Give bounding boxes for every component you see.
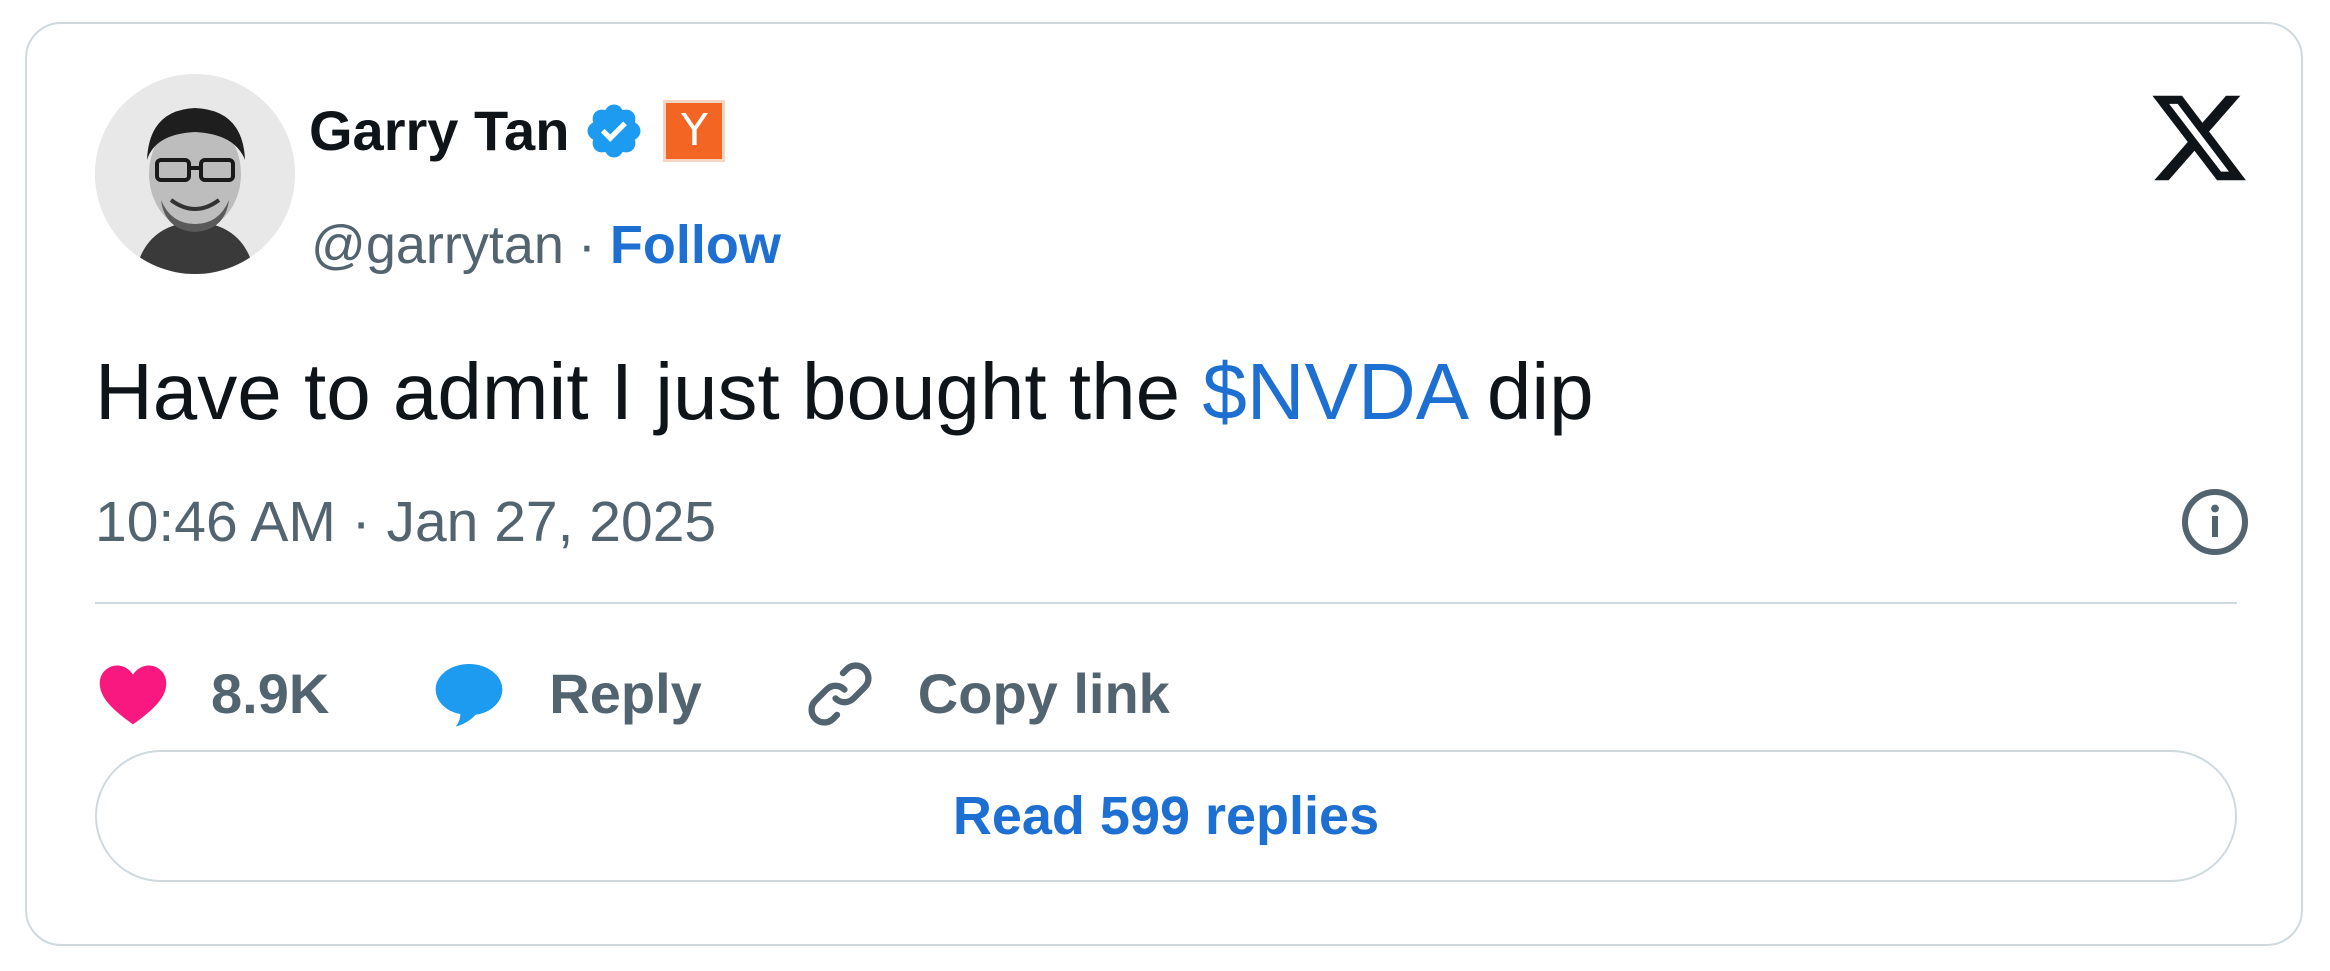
avatar[interactable] — [95, 74, 295, 274]
info-icon[interactable] — [2179, 486, 2251, 558]
reply-button[interactable]: Reply — [429, 654, 702, 734]
tweet-timestamp[interactable]: 10:46 AM · Jan 27, 2025 — [95, 486, 716, 558]
link-icon — [808, 662, 872, 726]
action-bar: 8.9K Reply Copy link — [95, 644, 1270, 744]
read-replies-button[interactable]: Read 599 replies — [95, 750, 2237, 882]
reply-label: Reply — [549, 662, 702, 725]
tweet-text-before: Have to admit I just bought the — [95, 347, 1203, 436]
cashtag-link[interactable]: $NVDA — [1202, 347, 1464, 436]
affiliate-badge-icon[interactable]: Y — [663, 100, 726, 162]
separator-dot: · — [577, 215, 596, 275]
divider — [95, 602, 2237, 604]
follow-button[interactable]: Follow — [610, 210, 781, 280]
like-button[interactable]: 8.9K — [95, 654, 329, 734]
tweet-card: Garry Tan Y @garrytan · Follow Have to a… — [25, 22, 2303, 946]
x-logo-icon[interactable] — [2147, 86, 2251, 190]
author-display-name[interactable]: Garry Tan — [309, 96, 569, 166]
author-handle[interactable]: @garrytan — [311, 210, 564, 280]
copy-link-label: Copy link — [917, 662, 1170, 725]
copy-link-button[interactable]: Copy link — [802, 654, 1170, 734]
author-handle-row: @garrytan · Follow — [311, 210, 781, 280]
read-replies-label: Read 599 replies — [952, 786, 1380, 846]
tweet-text-after: dip — [1464, 347, 1594, 436]
like-count: 8.9K — [211, 662, 330, 725]
speech-bubble-icon — [435, 664, 503, 727]
verified-badge-icon — [587, 104, 641, 158]
heart-icon — [99, 665, 167, 725]
author-name-row: Garry Tan Y — [309, 96, 726, 166]
tweet-text: Have to admit I just bought the $NVDA di… — [95, 342, 1594, 442]
